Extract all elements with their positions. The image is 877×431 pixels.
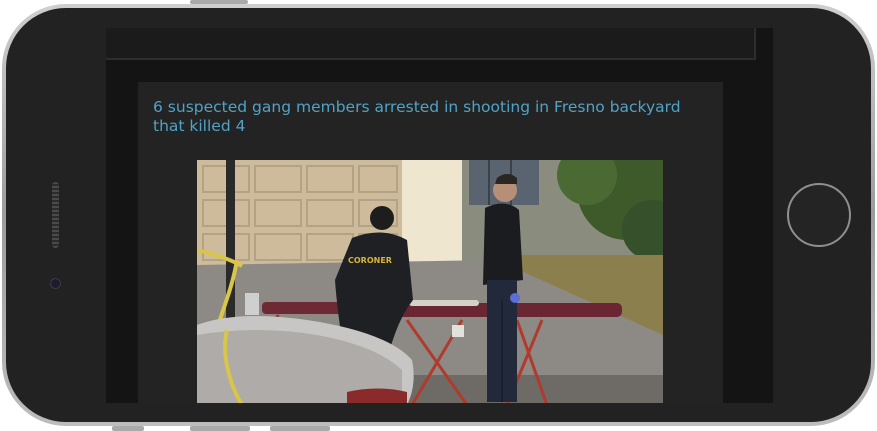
- volume-down-button: [190, 426, 250, 431]
- mute-switch: [270, 426, 330, 431]
- top-bar: [106, 28, 756, 60]
- home-button[interactable]: [787, 183, 851, 247]
- device-screen: 6 suspected gang members arrested in sho…: [106, 28, 773, 403]
- article-photo[interactable]: CORONER: [197, 160, 663, 403]
- speaker-grille: [52, 182, 59, 248]
- coroner-jacket-text: CORONER: [348, 256, 392, 265]
- article-card[interactable]: 6 suspected gang members arrested in sho…: [138, 82, 723, 403]
- front-camera: [50, 278, 61, 289]
- volume-up-button: [112, 426, 144, 431]
- article-headline-link[interactable]: 6 suspected gang members arrested in sho…: [153, 98, 708, 136]
